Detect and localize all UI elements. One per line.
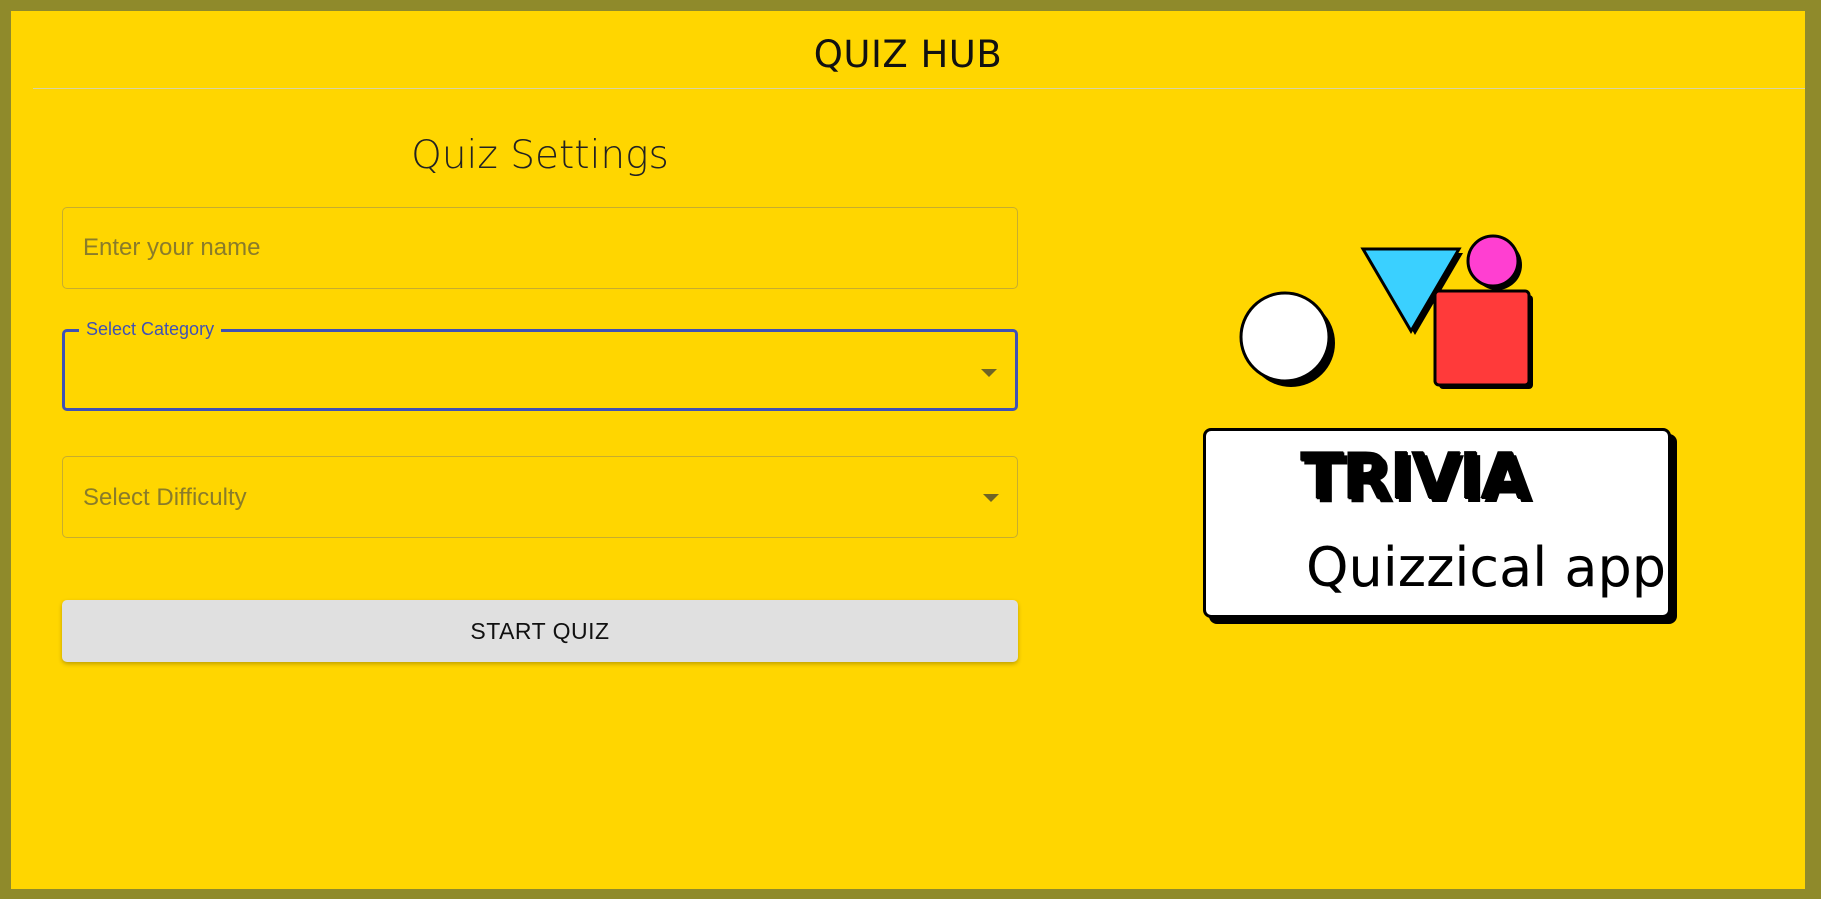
name-input[interactable] xyxy=(63,208,1017,288)
header-divider xyxy=(33,88,1805,89)
category-label: Select Category xyxy=(79,319,222,340)
app-title: QUIZ HUB xyxy=(813,33,1003,76)
name-field[interactable] xyxy=(62,207,1018,289)
app-header: QUIZ HUB xyxy=(11,11,1805,88)
difficulty-label: Select Difficulty xyxy=(83,484,247,511)
chevron-down-icon[interactable] xyxy=(983,494,999,502)
chevron-down-icon[interactable] xyxy=(981,369,997,377)
settings-title: Quiz Settings xyxy=(411,133,669,178)
logo-subtitle: Quizzical app xyxy=(1306,536,1667,599)
shapes-icon xyxy=(1239,234,1533,389)
difficulty-select[interactable]: Select Difficulty xyxy=(62,456,1018,538)
start-quiz-button[interactable]: START QUIZ xyxy=(62,600,1018,662)
logo-title: TRIVIA xyxy=(1301,441,1531,515)
logo-card: TRIVIA Quizzical app xyxy=(1203,428,1671,618)
trivia-logo: TRIVIA Quizzical app xyxy=(1191,231,1691,631)
category-select[interactable]: Select Category xyxy=(62,319,1018,411)
app-frame: QUIZ HUB Quiz Settings Select Category S… xyxy=(11,11,1805,889)
